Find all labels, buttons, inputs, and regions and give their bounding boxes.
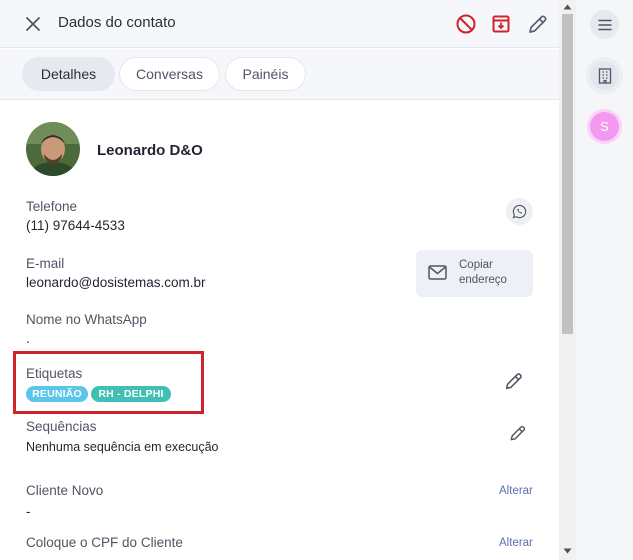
- scrollbar[interactable]: [559, 0, 576, 560]
- cliente-novo-value: -: [26, 504, 31, 519]
- block-icon[interactable]: [454, 12, 478, 36]
- tag-rh-delphi[interactable]: RH - DELPHI: [91, 386, 171, 402]
- whatsapp-icon: [512, 204, 527, 219]
- whatsapp-button[interactable]: [506, 198, 533, 225]
- copy-label-line2: endereço: [459, 274, 507, 286]
- close-icon[interactable]: [22, 13, 44, 35]
- contact-details-panel: Dados do contato Detalhes Conversas Pain…: [0, 0, 559, 560]
- archive-icon[interactable]: [489, 12, 513, 36]
- contact-name: Leonardo D&O: [97, 142, 203, 159]
- user-initial: S: [600, 119, 609, 134]
- edit-tags-icon[interactable]: [503, 370, 525, 392]
- page-title: Dados do contato: [58, 14, 176, 31]
- cliente-novo-alterar-link[interactable]: Alterar: [499, 485, 533, 497]
- cpf-label: Coloque o CPF do Cliente: [26, 535, 183, 550]
- copy-email-button[interactable]: Copiar endereço: [416, 250, 533, 297]
- user-avatar-button[interactable]: S: [590, 112, 619, 141]
- sequencias-value: Nenhuma sequência em execução: [26, 440, 219, 454]
- menu-button[interactable]: [590, 10, 619, 39]
- cliente-novo-label: Cliente Novo: [26, 483, 104, 498]
- tab-bar: Detalhes Conversas Painéis: [0, 49, 559, 100]
- right-rail: S: [576, 0, 633, 560]
- etiquetas-label: Etiquetas: [26, 366, 83, 381]
- email-value: leonardo@dosistemas.com.br: [26, 275, 206, 290]
- pencil-icon[interactable]: [526, 12, 550, 36]
- scroll-up-arrow-icon[interactable]: [563, 3, 572, 11]
- scroll-thumb[interactable]: [562, 14, 573, 334]
- mail-icon: [428, 265, 447, 280]
- email-label: E-mail: [26, 256, 65, 271]
- cpf-alterar-link[interactable]: Alterar: [499, 537, 533, 549]
- tab-paineis[interactable]: Painéis: [225, 57, 306, 91]
- tab-conversas[interactable]: Conversas: [119, 57, 220, 91]
- whatsapp-name-value: .: [26, 331, 30, 346]
- copy-email-label: Copiar endereço: [459, 258, 529, 288]
- avatar: [26, 122, 80, 176]
- whatsapp-name-label: Nome no WhatsApp: [26, 312, 147, 327]
- highlight-box: [13, 351, 204, 414]
- tag-reuniao[interactable]: REUNIÃO: [26, 386, 88, 402]
- telefone-label: Telefone: [26, 199, 78, 214]
- copy-label-line1: Copiar: [459, 259, 493, 271]
- building-button[interactable]: [590, 61, 619, 90]
- telefone-value: (11) 97644-4533: [26, 218, 125, 233]
- edit-sequencias-icon[interactable]: [508, 423, 528, 443]
- menu-icon: [597, 19, 612, 30]
- sequencias-label: Sequências: [26, 419, 97, 434]
- building-icon: [598, 67, 611, 84]
- scroll-down-arrow-icon[interactable]: [563, 547, 572, 555]
- panel-header: Dados do contato: [0, 0, 559, 48]
- tab-detalhes[interactable]: Detalhes: [22, 57, 115, 91]
